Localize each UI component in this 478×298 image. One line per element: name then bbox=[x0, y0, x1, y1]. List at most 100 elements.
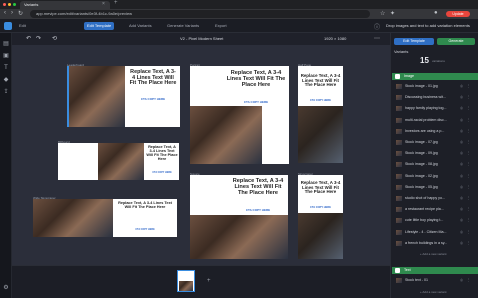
maximize-window-icon[interactable] bbox=[13, 3, 16, 6]
variant-row[interactable]: Stock text - 01 ◎ ⋮ bbox=[396, 277, 476, 284]
visibility-icon[interactable]: ◎ bbox=[460, 174, 463, 178]
row-menu-icon[interactable]: ⋮ bbox=[467, 174, 471, 178]
visibility-icon[interactable]: ◎ bbox=[460, 278, 463, 282]
variant-row[interactable]: Investors are using a p... ◎ ⋮ bbox=[396, 128, 476, 135]
new-tab-icon[interactable]: + bbox=[114, 0, 118, 6]
layers-icon[interactable]: ▤ bbox=[3, 41, 9, 47]
ad-headline: Replace Text, A 3-4 Lines Text Will Fit … bbox=[118, 201, 172, 209]
visibility-icon[interactable]: ◎ bbox=[460, 162, 463, 166]
visibility-icon[interactable]: ◎ bbox=[460, 95, 463, 99]
history-icon[interactable]: ⟲ bbox=[52, 35, 57, 42]
row-menu-icon[interactable]: ⋮ bbox=[467, 162, 471, 166]
variant-row[interactable]: Discussing business wit... ◎ ⋮ bbox=[396, 94, 476, 101]
redo-icon[interactable]: ↷ bbox=[36, 35, 41, 42]
variant-row[interactable]: multi-racial problem disc... ◎ ⋮ bbox=[396, 117, 476, 124]
visibility-icon[interactable]: ◎ bbox=[460, 207, 463, 211]
add-slide-icon[interactable]: + bbox=[207, 278, 211, 284]
row-menu-icon[interactable]: ⋮ bbox=[467, 129, 471, 133]
close-window-icon[interactable] bbox=[3, 3, 6, 6]
visibility-icon[interactable]: ◎ bbox=[460, 106, 463, 110]
variant-row[interactable]: a french buildings in a sy... ◎ ⋮ bbox=[396, 240, 476, 247]
ad-frame-half-page[interactable]: Replace Text, A 3-4 Lines Text Will Fit … bbox=[298, 66, 343, 163]
variant-row[interactable]: studio shot of happy yo... ◎ ⋮ bbox=[396, 195, 476, 202]
generate-button[interactable]: Generate bbox=[437, 38, 475, 45]
ad-frame-skyscraper[interactable]: Replace Text, A 3-4 Lines Text Will Fit … bbox=[298, 175, 343, 259]
variant-row[interactable]: cute little boy playing t... ◎ ⋮ bbox=[396, 217, 476, 224]
visibility-icon[interactable]: ◎ bbox=[460, 185, 463, 189]
row-menu-icon[interactable]: ⋮ bbox=[467, 140, 471, 144]
row-menu-icon[interactable]: ⋮ bbox=[467, 185, 471, 189]
row-menu-icon[interactable]: ⋮ bbox=[467, 241, 471, 245]
minimize-window-icon[interactable] bbox=[8, 3, 11, 6]
visibility-icon[interactable]: ◎ bbox=[460, 118, 463, 122]
ad-frame-portrait[interactable]: Replace Text, A 3-4 Lines Text Will Fit … bbox=[190, 66, 289, 164]
row-menu-icon[interactable]: ⋮ bbox=[467, 218, 471, 222]
variant-label: Stock text - 01 bbox=[405, 278, 428, 282]
ad-frame-square[interactable]: Replace Text, A 3-4 Lines Text Will Fit … bbox=[190, 175, 288, 259]
more-icon[interactable]: ⋯ bbox=[374, 35, 380, 42]
variant-row[interactable]: happy family playing tog... ◎ ⋮ bbox=[396, 105, 476, 112]
slide-thumbnail[interactable] bbox=[177, 270, 195, 292]
ad-photo bbox=[190, 215, 288, 259]
address-bar[interactable]: app.mevipe.com/edit/variants/0e3f-4b1c-9… bbox=[30, 10, 370, 18]
variant-row[interactable]: a restaurant recipe pla... ◎ ⋮ bbox=[396, 206, 476, 213]
variant-row[interactable]: Stock image - 09.jpg ◎ ⋮ bbox=[396, 150, 476, 157]
ad-frame-billboard[interactable]: Replace Text, A 3-4 Lines Text Will Fit … bbox=[58, 143, 179, 180]
ad-frame-wide-skyscraper[interactable]: Replace Text, A 3-4 Lines Text Will Fit … bbox=[33, 199, 177, 237]
visibility-icon[interactable]: ◎ bbox=[460, 196, 463, 200]
forward-icon[interactable]: › bbox=[11, 10, 13, 16]
variant-label: Investors are using a p... bbox=[405, 128, 445, 133]
settings-icon[interactable]: ⚙ bbox=[3, 285, 9, 291]
undo-icon[interactable]: ↶ bbox=[26, 35, 31, 42]
update-button[interactable]: Update bbox=[446, 11, 470, 17]
profile-icon[interactable]: ● bbox=[434, 10, 438, 16]
canvas-size[interactable]: 1920 × 1080 bbox=[324, 36, 346, 41]
tab-export[interactable]: Export bbox=[212, 22, 230, 30]
bookmark-icon[interactable]: ☆ bbox=[380, 10, 385, 17]
row-menu-icon[interactable]: ⋮ bbox=[467, 118, 471, 122]
visibility-icon[interactable]: ◎ bbox=[460, 241, 463, 245]
app-logo[interactable] bbox=[4, 22, 12, 30]
text-icon[interactable]: T bbox=[3, 65, 9, 71]
visibility-icon[interactable]: ◎ bbox=[460, 151, 463, 155]
tab-close-icon[interactable]: × bbox=[102, 1, 105, 7]
variant-row[interactable]: Stock image - 01.jpg ◎ ⋮ bbox=[396, 83, 476, 90]
edit-template-button[interactable]: Edit Template bbox=[394, 38, 434, 45]
shapes-icon[interactable]: ◆ bbox=[3, 77, 9, 83]
variant-row[interactable]: Stock image - 08.jpg ◎ ⋮ bbox=[396, 161, 476, 168]
image-icon[interactable]: ▣ bbox=[3, 53, 9, 59]
row-menu-icon[interactable]: ⋮ bbox=[467, 84, 471, 88]
tab-edit-template[interactable]: Edit Template bbox=[84, 22, 115, 30]
variant-thumbnail bbox=[396, 106, 402, 112]
visibility-icon[interactable]: ◎ bbox=[460, 230, 463, 234]
extensions-icon[interactable]: ✦ bbox=[390, 10, 395, 17]
add-image-variant[interactable]: + Add a new variant bbox=[420, 252, 446, 256]
row-menu-icon[interactable]: ⋮ bbox=[467, 151, 471, 155]
browser-tab[interactable]: Variants × bbox=[20, 1, 110, 9]
visibility-icon[interactable]: ◎ bbox=[460, 140, 463, 144]
visibility-icon[interactable]: ◎ bbox=[460, 129, 463, 133]
row-menu-icon[interactable]: ⋮ bbox=[467, 106, 471, 110]
variant-row[interactable]: Stock image - 07.jpg ◎ ⋮ bbox=[396, 139, 476, 146]
row-menu-icon[interactable]: ⋮ bbox=[467, 196, 471, 200]
text-group-header[interactable]: Text bbox=[392, 267, 478, 274]
variant-row[interactable]: Lifestyle - 4 - Citizen Ma... ◎ ⋮ bbox=[396, 229, 476, 236]
variant-row[interactable]: Stock image - 02.jpg ◎ ⋮ bbox=[396, 173, 476, 180]
visibility-icon[interactable]: ◎ bbox=[460, 84, 463, 88]
row-menu-icon[interactable]: ⋮ bbox=[467, 207, 471, 211]
reload-icon[interactable]: ↻ bbox=[18, 10, 23, 17]
visibility-icon[interactable]: ◎ bbox=[460, 218, 463, 222]
image-group-header[interactable]: Image bbox=[392, 73, 478, 80]
row-menu-icon[interactable]: ⋮ bbox=[467, 278, 471, 282]
row-menu-icon[interactable]: ⋮ bbox=[467, 230, 471, 234]
upload-icon[interactable]: ⇪ bbox=[3, 89, 9, 95]
document-title[interactable]: V2 - Pixel Modern Sheet bbox=[180, 36, 223, 41]
tab-generate-variants[interactable]: Generate Variants bbox=[164, 22, 202, 30]
ad-frame-leaderboard[interactable]: Replace Text, A 3-4 Lines Text Will Fit … bbox=[67, 66, 180, 127]
variant-row[interactable]: Stock image - 05.jpg ◎ ⋮ bbox=[396, 184, 476, 191]
back-icon[interactable]: ‹ bbox=[4, 10, 6, 16]
add-text-variant[interactable]: + Add a new variant bbox=[420, 290, 446, 294]
row-menu-icon[interactable]: ⋮ bbox=[467, 95, 471, 99]
tab-edit[interactable]: Edit bbox=[16, 22, 29, 30]
tab-add-variants[interactable]: Add Variants bbox=[126, 22, 155, 30]
